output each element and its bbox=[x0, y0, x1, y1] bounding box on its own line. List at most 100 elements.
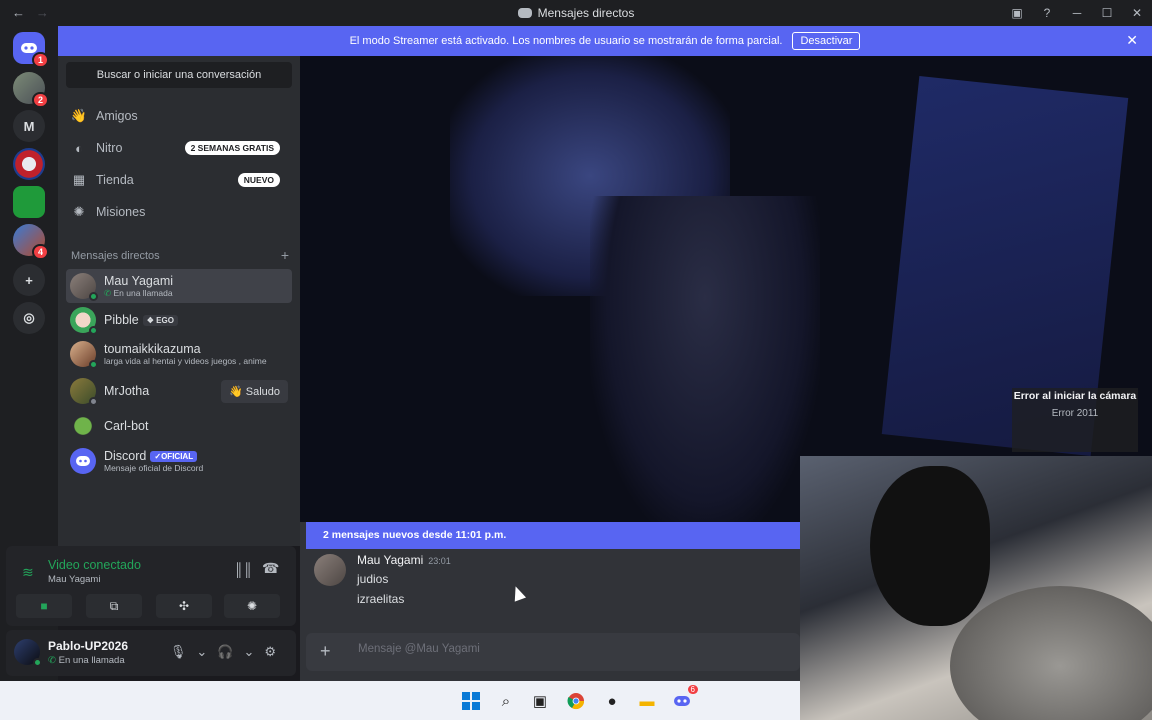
group-dm-icon[interactable]: 2 bbox=[13, 72, 49, 108]
wave-label: Saludo bbox=[245, 385, 280, 398]
server-m-label: M bbox=[23, 118, 35, 134]
title-bar: ← → Mensajes directos ▣ ? ─ ☐ ✕ bbox=[0, 0, 1152, 26]
dm-name: Carl-bot bbox=[104, 419, 149, 433]
discord-taskbar-icon[interactable]: 6 bbox=[672, 685, 698, 711]
server-green-icon[interactable] bbox=[13, 186, 45, 218]
nav-nitro-label: Nitro bbox=[96, 141, 123, 155]
voice-status: Video conectado bbox=[48, 558, 141, 572]
windows-start-icon[interactable] bbox=[461, 691, 481, 711]
camera-button[interactable]: ■ bbox=[16, 594, 72, 618]
task-view-icon[interactable]: ▣ bbox=[530, 691, 550, 711]
camera-error-tile: Error al iniciar la cámara Error 2011 bbox=[1012, 388, 1138, 452]
screen-share-icon: ⧉ bbox=[109, 598, 119, 613]
server-m[interactable]: M bbox=[13, 110, 45, 142]
minecraft-badge: 4 bbox=[31, 244, 49, 260]
shop-pill: NUEVO bbox=[237, 173, 280, 187]
phone-icon: ✆ bbox=[48, 655, 59, 666]
nav-friends-label: Amigos bbox=[96, 109, 138, 123]
user-avatar[interactable] bbox=[14, 639, 42, 667]
message-input[interactable] bbox=[358, 643, 758, 655]
minimize-button[interactable]: ─ bbox=[1062, 6, 1092, 20]
soundboard-button[interactable]: ✺ bbox=[224, 594, 280, 618]
help-icon[interactable]: ? bbox=[1032, 6, 1062, 20]
soundboard-icon: ✺ bbox=[246, 599, 258, 613]
activities-button[interactable]: ✣ bbox=[156, 594, 212, 618]
nav-quests[interactable]: ✺ Misiones bbox=[66, 197, 292, 227]
dm-item-discord[interactable]: Discord ✓OFICIAL Mensaje oficial de Discor… bbox=[66, 444, 292, 478]
dm-status: Mensaje oficial de Discord bbox=[104, 463, 204, 473]
user-panel: Pablo-UP2026 ✆ En una llamada 🎙⌄🎧⌄⚙ bbox=[6, 630, 296, 676]
close-banner-icon[interactable]: ✕ bbox=[1126, 32, 1138, 49]
message-author[interactable]: Mau Yagami bbox=[357, 553, 423, 567]
dm-name: MrJotha bbox=[104, 384, 150, 398]
video-microphone bbox=[870, 466, 990, 626]
avatar bbox=[70, 448, 96, 474]
file-explorer-icon[interactable]: ▬ bbox=[637, 691, 657, 711]
official-tag: ✓OFICIAL bbox=[150, 451, 198, 462]
user-status-text: En una llamada bbox=[58, 655, 125, 666]
dm-item-mrjotha[interactable]: MrJotha 👋 Saludo bbox=[66, 374, 292, 408]
status-dot bbox=[89, 360, 98, 369]
server-minecraft-icon[interactable]: 4 bbox=[13, 224, 49, 260]
chevron-down-icon[interactable]: ⌄ bbox=[243, 644, 264, 659]
maximize-button[interactable]: ☐ bbox=[1092, 6, 1122, 20]
nav-friends[interactable]: 👋 Amigos bbox=[66, 101, 292, 131]
windows-logo-icon bbox=[462, 692, 480, 710]
username: Pablo-UP2026 bbox=[48, 639, 129, 653]
dm-header-label: Mensajes directos bbox=[71, 250, 160, 262]
search-icon[interactable]: ⌕ bbox=[496, 691, 516, 711]
status-dot bbox=[89, 292, 98, 301]
signal-icon: ≋ bbox=[22, 564, 34, 580]
noise-suppression-icon[interactable]: ║║ bbox=[234, 562, 252, 577]
dm-sidebar: Buscar o iniciar una conversación 👋 Amigo… bbox=[58, 56, 300, 546]
disable-streamer-button[interactable]: Desactivar bbox=[792, 32, 861, 50]
home-button[interactable]: 1 bbox=[13, 32, 49, 68]
server-red-icon[interactable] bbox=[13, 148, 45, 180]
camera-error-title: Error al iniciar la cámara bbox=[1013, 390, 1137, 402]
nitro-pill: 2 SEMANAS GRATIS bbox=[184, 141, 280, 155]
close-window-button[interactable]: ✕ bbox=[1122, 6, 1152, 20]
chrome-icon[interactable] bbox=[566, 691, 586, 711]
dm-item-toumaikkikazuma[interactable]: toumaikkikazuma larga vida al hentai y vi… bbox=[66, 337, 292, 371]
nav-shop[interactable]: ▦ Tienda NUEVO bbox=[66, 165, 292, 195]
attach-plus-icon[interactable]: + bbox=[320, 641, 331, 662]
avatar bbox=[70, 341, 98, 369]
message-line: judios bbox=[357, 572, 389, 586]
dm-item-mau-yagami[interactable]: Mau Yagami ✆ En una llamada bbox=[66, 269, 292, 303]
window-controls: ▣ ? ─ ☐ ✕ bbox=[1002, 0, 1152, 26]
chevron-down-icon[interactable]: ⌄ bbox=[196, 644, 217, 659]
gear-icon[interactable]: ⚙ bbox=[264, 644, 286, 659]
message-line: izraelitas bbox=[357, 592, 405, 606]
inbox-icon[interactable]: ▣ bbox=[1002, 6, 1032, 20]
screen-share-button[interactable]: ⧉ bbox=[86, 594, 142, 618]
activities-icon: ✣ bbox=[178, 599, 190, 613]
video-stage[interactable] bbox=[300, 56, 1152, 522]
nav-nitro[interactable]: ◐ Nitro 2 SEMANAS GRATIS bbox=[66, 133, 292, 163]
message-header: Mau Yagami 23:01 bbox=[357, 553, 451, 567]
dm-item-carl-bot[interactable]: Carl-bot bbox=[66, 409, 292, 443]
new-dm-icon[interactable]: + bbox=[281, 247, 289, 263]
dm-name: toumaikkikazuma bbox=[104, 342, 201, 356]
mic-icon[interactable]: 🎙 bbox=[170, 644, 197, 659]
new-messages-bar[interactable]: 2 mensajes nuevos desde 11:01 p.m. bbox=[306, 522, 800, 549]
dm-status-text: En una llamada bbox=[113, 287, 173, 298]
dm-name: Discord bbox=[104, 449, 147, 463]
message-avatar[interactable] bbox=[314, 554, 346, 586]
wave-icon: 👋 bbox=[228, 385, 246, 398]
dm-status: larga vida al hentai y videos juegos , a… bbox=[104, 356, 267, 366]
disconnect-icon[interactable]: ☎ bbox=[262, 560, 279, 577]
discord-badge: 6 bbox=[687, 685, 698, 694]
self-video-preview[interactable] bbox=[800, 456, 1152, 720]
quests-icon: ✺ bbox=[73, 204, 85, 219]
taskbar: ⌕ ▣ ● ▬ 6 bbox=[0, 681, 800, 720]
status-dot bbox=[89, 397, 98, 406]
dm-item-pibble[interactable]: Pibble ❖ EGO bbox=[66, 303, 292, 337]
add-server-icon[interactable]: + bbox=[13, 264, 45, 296]
search-conversation-button[interactable]: Buscar o iniciar una conversación bbox=[66, 62, 292, 88]
headphones-icon[interactable]: 🎧 bbox=[217, 644, 243, 659]
dm-name: Pibble bbox=[104, 313, 139, 327]
wave-button[interactable]: 👋 Saludo bbox=[220, 379, 288, 403]
obs-icon[interactable]: ● bbox=[602, 691, 622, 711]
discover-icon[interactable]: ◎ bbox=[13, 302, 45, 334]
dm-header: Mensajes directos + bbox=[71, 247, 289, 263]
